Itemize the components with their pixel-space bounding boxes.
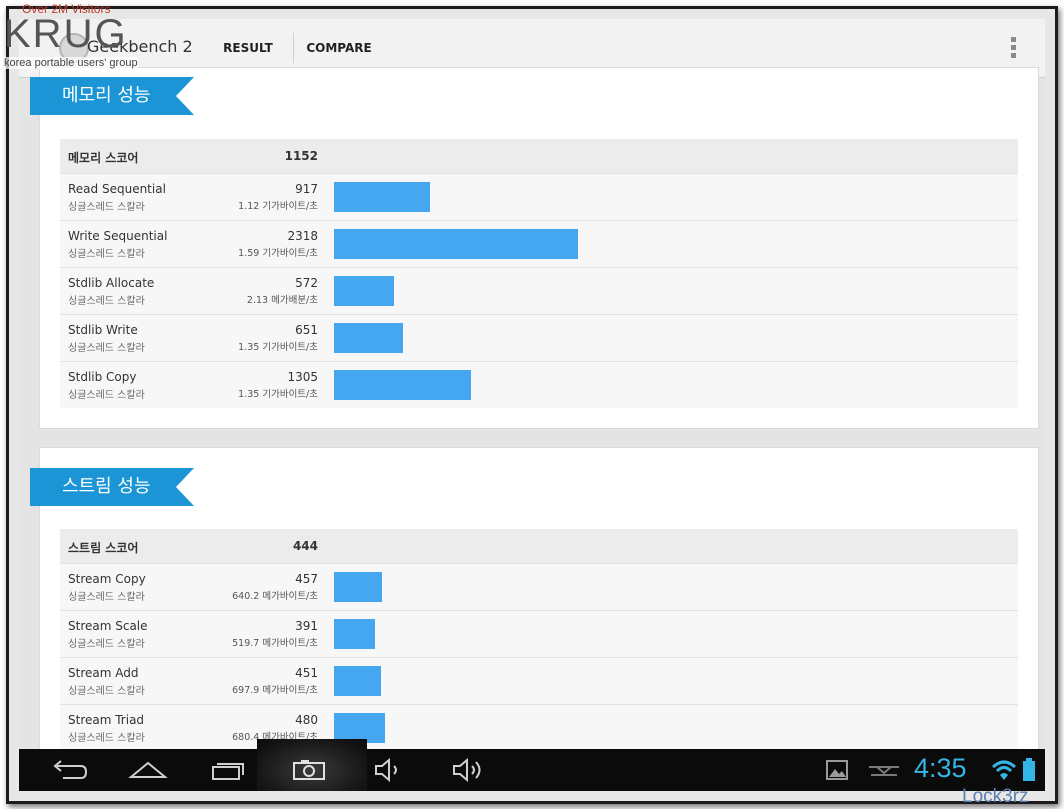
benchmark-mode: 싱글스레드 스칼라: [68, 390, 145, 401]
battery-icon: [1023, 758, 1035, 781]
benchmark-name: Write Sequential: [68, 229, 168, 243]
benchmark-name: Stdlib Allocate: [68, 276, 155, 290]
stream-score-value: 444: [292, 539, 318, 553]
benchmark-score: 2318: [287, 229, 318, 243]
memory-benchmark-row: Read Sequential 싱글스레드 스칼라 917 1.12 기가바이트/초: [60, 173, 1018, 220]
benchmark-score: 572: [295, 276, 318, 290]
volume-down-icon[interactable]: [373, 757, 405, 783]
benchmark-score-bar: [334, 182, 430, 212]
stream-benchmark-row: Stream Scale 싱글스레드 스칼라 391 519.7 메가바이트/초: [60, 610, 1018, 657]
benchmark-rate: 1.35 기가바이트/초: [238, 389, 318, 400]
benchmark-score: 651: [295, 323, 318, 337]
stream-score-label: 스트림 스코어: [68, 541, 139, 555]
benchmark-mode: 싱글스레드 스칼라: [68, 592, 145, 603]
benchmark-rate: 519.7 메가바이트/초: [232, 638, 318, 649]
stream-performance-card: 스트림 성능 스트림 스코어 444 Stream Copy 싱글스레드 스칼라 4…: [30, 447, 1039, 779]
benchmark-rate: 1.12 기가바이트/초: [238, 201, 318, 212]
benchmark-name: Stream Triad: [68, 713, 145, 727]
benchmark-score-bar: [334, 276, 394, 306]
benchmark-score: 451: [295, 666, 318, 680]
benchmark-name: Read Sequential: [68, 182, 166, 196]
memory-score-header: 메모리 스코어 1152: [60, 139, 1018, 173]
benchmark-rate: 640.2 메가바이트/초: [232, 591, 318, 602]
benchmark-score: 917: [295, 182, 318, 196]
benchmark-score-bar: [334, 572, 382, 602]
memory-benchmark-row: Write Sequential 싱글스레드 스칼라 2318 1.59 기가바이트/…: [60, 220, 1018, 267]
memory-score-value: 1152: [284, 149, 318, 163]
stream-benchmark-table: 스트림 스코어 444 Stream Copy 싱글스레드 스칼라 457 640.2…: [60, 529, 1018, 751]
gallery-notification-icon[interactable]: [825, 757, 849, 783]
benchmark-rate: 697.9 메가바이트/초: [232, 685, 318, 696]
benchmark-score-bar: [334, 666, 381, 696]
tablet-screen: Geekbench 2 RESULT COMPARE 메모리 성능 메모리 스코…: [19, 19, 1045, 791]
usb-notification-icon[interactable]: [867, 757, 901, 783]
memory-section-title: 메모리 성능: [30, 77, 194, 115]
benchmark-mode: 싱글스레드 스칼라: [68, 686, 145, 697]
screenshot-icon[interactable]: [291, 757, 327, 783]
benchmark-score-bar: [334, 370, 471, 400]
watermark-logo: KRUG: [4, 12, 128, 56]
benchmark-mode: 싱글스레드 스칼라: [68, 343, 145, 354]
memory-benchmark-row: Stdlib Allocate 싱글스레드 스칼라 572 2.13 메가배분/초: [60, 267, 1018, 314]
benchmark-score: 480: [295, 713, 318, 727]
tab-result-label: RESULT: [223, 41, 273, 55]
benchmark-mode: 싱글스레드 스칼라: [68, 296, 145, 307]
benchmark-score-bar: [334, 619, 375, 649]
krug-watermark: Over 2M Visitors KRUG korea portable use…: [4, 2, 174, 72]
stream-score-header: 스트림 스코어 444: [60, 529, 1018, 563]
benchmark-name: Stream Scale: [68, 619, 148, 633]
home-icon[interactable]: [127, 757, 169, 783]
benchmark-name: Stream Copy: [68, 572, 146, 586]
watermark-subtitle: korea portable users' group: [4, 57, 138, 69]
recent-apps-icon[interactable]: [209, 757, 249, 783]
benchmark-name: Stream Add: [68, 666, 139, 680]
memory-score-label: 메모리 스코어: [68, 151, 139, 165]
benchmark-score-bar: [334, 323, 403, 353]
benchmark-rate: 1.59 기가바이트/초: [238, 248, 318, 259]
volume-up-icon[interactable]: [451, 757, 487, 783]
benchmark-mode: 싱글스레드 스칼라: [68, 639, 145, 650]
wifi-icon: [991, 760, 1017, 780]
back-icon[interactable]: [49, 757, 89, 783]
benchmark-name: Stdlib Write: [68, 323, 138, 337]
benchmark-rate: 1.35 기가바이트/초: [238, 342, 318, 353]
benchmark-score: 457: [295, 572, 318, 586]
tab-compare-label: COMPARE: [306, 41, 372, 55]
memory-benchmark-row: Stdlib Copy 싱글스레드 스칼라 1305 1.35 기가바이트/초: [60, 361, 1018, 408]
stream-benchmark-row: Stream Triad 싱글스레드 스칼라 480 680.4 메가바이트/초: [60, 704, 1018, 751]
benchmark-score: 391: [295, 619, 318, 633]
memory-benchmark-row: Stdlib Write 싱글스레드 스칼라 651 1.35 기가바이트/초: [60, 314, 1018, 361]
system-navigation-bar: 4:35: [19, 739, 1045, 791]
memory-performance-card: 메모리 성능 메모리 스코어 1152 Read Sequential 싱글스레드…: [30, 67, 1039, 429]
photo-frame: Geekbench 2 RESULT COMPARE 메모리 성능 메모리 스코…: [6, 6, 1058, 804]
stream-benchmark-row: Stream Copy 싱글스레드 스칼라 457 640.2 메가바이트/초: [60, 563, 1018, 610]
status-clock[interactable]: 4:35: [914, 753, 967, 784]
stream-section-title: 스트림 성능: [30, 468, 194, 506]
benchmark-name: Stdlib Copy: [68, 370, 137, 384]
memory-benchmark-table: 메모리 스코어 1152 Read Sequential 싱글스레드 스칼라 917…: [60, 139, 1018, 408]
benchmark-mode: 싱글스레드 스칼라: [68, 202, 145, 213]
benchmark-rate: 2.13 메가배분/초: [246, 295, 318, 306]
benchmark-mode: 싱글스레드 스칼라: [68, 249, 145, 260]
benchmark-mode: 싱글스레드 스칼라: [68, 733, 145, 744]
benchmark-score-bar: [334, 229, 578, 259]
tab-divider: [293, 33, 294, 63]
overflow-menu-icon[interactable]: [1011, 37, 1017, 61]
benchmark-score: 1305: [287, 370, 318, 384]
stream-benchmark-row: Stream Add 싱글스레드 스칼라 451 697.9 메가바이트/초: [60, 657, 1018, 704]
photographer-signature: Lock3rz: [962, 786, 1029, 807]
